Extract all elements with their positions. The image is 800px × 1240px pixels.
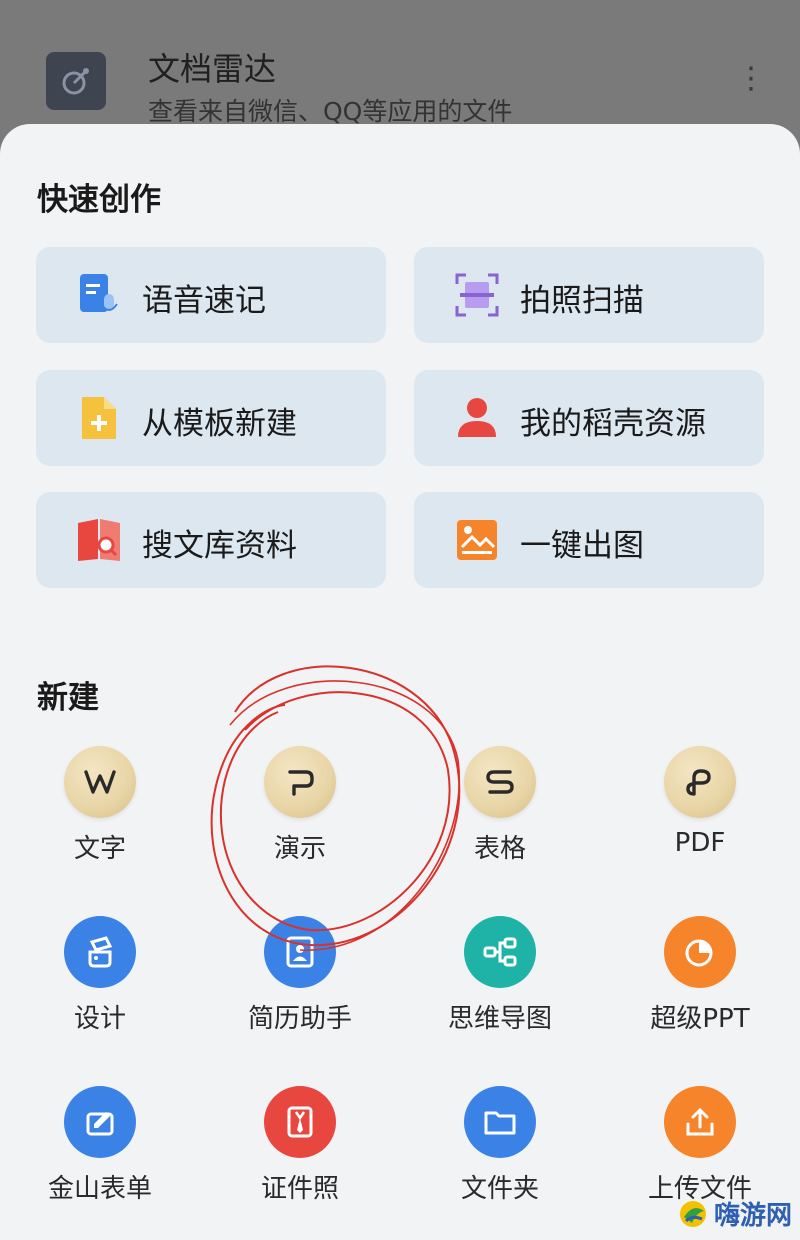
one-click-image-label: 一键出图 [520, 528, 644, 564]
new-presentation-button[interactable]: 演示 [200, 746, 400, 864]
image-generate-icon [457, 520, 497, 560]
presentation-label: 演示 [273, 834, 326, 864]
design-label: 设计 [73, 1004, 126, 1034]
quick-create-title: 快速创作 [37, 182, 161, 218]
pdf-icon [664, 746, 736, 818]
presentation-p-icon [264, 746, 336, 818]
writer-w-icon [64, 746, 136, 818]
watermark-logo-icon [679, 1200, 706, 1227]
photo-scan-card[interactable]: 拍照扫描 [414, 247, 764, 343]
super-ppt-icon [664, 916, 736, 988]
new-section-title: 新建 [37, 680, 99, 716]
document-radar-row: 文档雷达 查看来自微信、QQ等应用的文件 ⋮ [0, 0, 800, 130]
docer-resource-label: 我的稻壳资源 [520, 406, 706, 442]
pdf-label: PDF [674, 828, 726, 858]
library-search-label: 搜文库资料 [142, 528, 297, 564]
super-ppt-button[interactable]: 超级PPT [600, 916, 800, 1034]
template-new-card[interactable]: 从模板新建 [36, 370, 386, 466]
new-writer-button[interactable]: 文字 [0, 746, 200, 864]
more-icon: ⋮ [736, 61, 766, 96]
spreadsheet-s-icon [464, 746, 536, 818]
id-photo-icon [264, 1086, 336, 1158]
resume-assistant-button[interactable]: 简历助手 [200, 916, 400, 1034]
resume-assistant-label: 简历助手 [247, 1004, 352, 1034]
watermark-text: 嗨游网 [713, 1201, 792, 1231]
site-watermark: 嗨游网 [678, 1195, 792, 1232]
voice-note-label: 语音速记 [142, 283, 266, 319]
one-click-image-card[interactable]: 一键出图 [414, 492, 764, 588]
user-resource-icon [458, 398, 496, 437]
library-search-card[interactable]: 搜文库资料 [36, 492, 386, 588]
create-bottom-sheet: 快速创作 语音速记 拍照扫描 从模板新建 我的稻壳资源 搜文库资料 一键出图 新… [0, 124, 800, 1240]
spreadsheet-label: 表格 [473, 834, 526, 864]
folder-label: 文件夹 [460, 1174, 539, 1204]
voice-note-card[interactable]: 语音速记 [36, 247, 386, 343]
mind-map-button[interactable]: 思维导图 [400, 916, 600, 1034]
upload-file-button[interactable]: 上传文件 [600, 1086, 800, 1204]
folder-button[interactable]: 文件夹 [400, 1086, 600, 1204]
new-spreadsheet-button[interactable]: 表格 [400, 746, 600, 864]
document-radar-subtitle: 查看来自微信、QQ等应用的文件 [148, 97, 513, 126]
scan-icon [455, 273, 499, 317]
library-search-icon [78, 519, 120, 561]
mind-map-label: 思维导图 [447, 1004, 552, 1034]
new-pdf-button[interactable]: PDF [600, 746, 800, 858]
folder-icon [464, 1086, 536, 1158]
kingsoft-form-label: 金山表单 [47, 1174, 152, 1204]
docer-resource-card[interactable]: 我的稻壳资源 [414, 370, 764, 466]
kingsoft-form-button[interactable]: 金山表单 [0, 1086, 200, 1204]
upload-icon [664, 1086, 736, 1158]
design-icon [64, 916, 136, 988]
design-button[interactable]: 设计 [0, 916, 200, 1034]
photo-scan-label: 拍照扫描 [520, 283, 644, 319]
document-radar-title: 文档雷达 [148, 50, 277, 88]
id-photo-button[interactable]: 证件照 [200, 1086, 400, 1204]
template-new-label: 从模板新建 [142, 406, 297, 442]
voice-note-icon [80, 274, 118, 312]
form-icon [64, 1086, 136, 1158]
super-ppt-label: 超级PPT [650, 1004, 750, 1034]
template-new-icon [82, 397, 116, 439]
resume-icon [264, 916, 336, 988]
id-photo-label: 证件照 [260, 1174, 339, 1204]
mindmap-icon [464, 916, 536, 988]
radar-icon [46, 52, 106, 110]
writer-label: 文字 [73, 834, 126, 864]
